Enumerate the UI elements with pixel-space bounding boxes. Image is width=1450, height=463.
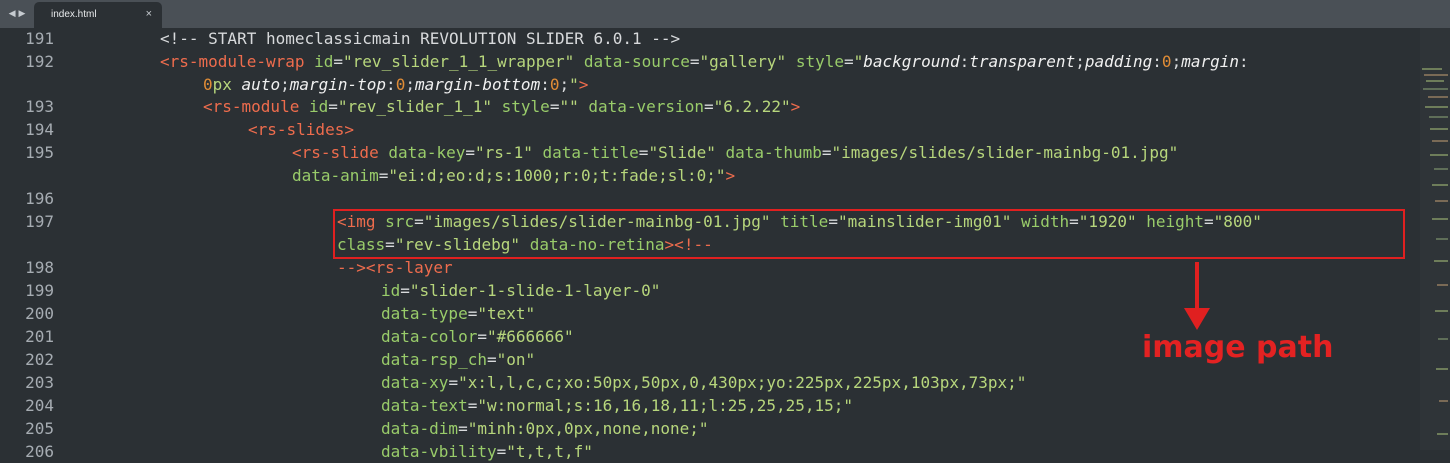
close-icon[interactable]: × <box>146 8 152 20</box>
annotation-arrow-shaft <box>1195 262 1199 312</box>
attribute-value: "t,t,t,f" <box>506 442 593 461</box>
attribute-value: "minh:0px,0px,none,none;" <box>467 419 709 438</box>
tab-title: index.html <box>51 9 97 20</box>
code-line-195-wrap: data-anim="ei:d;eo:d;s:1000;r:0;t:fade;s… <box>292 166 736 185</box>
tag-name: <rs-module-wrap <box>160 52 315 71</box>
code-line-195: <rs-slide data-key="rs-1" data-title="Sl… <box>292 143 1179 162</box>
tag-end: > <box>725 166 736 185</box>
attribute-name: data-type <box>381 304 468 323</box>
attribute-name: data-dim <box>381 419 459 438</box>
comment-close: --> <box>337 258 366 277</box>
css-property: padding <box>1084 52 1153 71</box>
code-line-204: data-text="w:normal;s:16,16,18,11;l:25,2… <box>381 396 854 415</box>
attribute-name: data-title <box>542 143 639 162</box>
css-property: margin <box>1181 52 1239 71</box>
attribute-value: "#666666" <box>486 327 574 346</box>
code-line-193: <rs-module id="rev_slider_1_1" style="" … <box>203 97 801 116</box>
css-property: background <box>863 52 960 71</box>
attribute-value: "w:normal;s:16,16,18,11;l:25,25,25,15;" <box>477 396 854 415</box>
highlight-box <box>333 209 1405 259</box>
tag-name: <rs-slide <box>292 143 389 162</box>
css-value: transparent <box>969 52 1076 71</box>
css-number: 0 <box>203 75 213 94</box>
code-line-203: data-xy="x:l,l,c,c;xo:50px,50px,0,430px;… <box>381 373 1027 392</box>
html-comment: <!-- START homeclassicmain REVOLUTION SL… <box>160 29 681 48</box>
minimap[interactable] <box>1420 28 1450 450</box>
tag-name: <rs-slides> <box>248 120 354 139</box>
attribute-value: "text" <box>477 304 536 323</box>
tag-end: > <box>790 97 801 116</box>
css-number: 0 <box>395 75 406 94</box>
attribute-name: id <box>381 281 401 300</box>
attribute-value: "rs-1" <box>475 143 533 162</box>
code-line-202: data-rsp_ch="on" <box>381 350 536 369</box>
code-line-192: <rs-module-wrap id="rev_slider_1_1_wrapp… <box>160 52 1249 71</box>
attribute-name: style <box>795 52 844 71</box>
attribute-name: data-source <box>583 52 690 71</box>
annotation-label: image path <box>1142 330 1334 365</box>
css-value: auto <box>241 75 281 94</box>
css-property: margin-top <box>289 75 387 94</box>
css-property: margin-bottom <box>414 75 541 94</box>
code-line-200: data-type="text" <box>381 304 536 323</box>
tab-index-html[interactable]: index.html × <box>34 2 162 28</box>
css-number: 0 <box>1161 52 1172 71</box>
code-line-201: data-color="#666666" <box>381 327 574 346</box>
attribute-value: "rev_slider_1_1" <box>337 97 492 116</box>
attribute-name: data-xy <box>381 373 449 392</box>
attribute-name: data-thumb <box>725 143 822 162</box>
css-unit: px <box>212 75 242 94</box>
code-line-191: <!-- START homeclassicmain REVOLUTION SL… <box>160 28 680 50</box>
tab-nav-arrows[interactable]: ◀ ▶ <box>0 0 34 28</box>
attribute-value: "slider-1-slide-1-layer-0" <box>409 281 661 300</box>
attribute-value: "gallery" <box>699 52 787 71</box>
attribute-value: "x:l,l,c,c;xo:50px,50px,0,430px;yo:225px… <box>458 373 1027 392</box>
attribute-name: data-color <box>381 327 478 346</box>
attribute-value: "images/slides/slider-mainbg-01.jpg" <box>831 143 1179 162</box>
tag-end: > <box>578 75 589 94</box>
attribute-name: style <box>501 97 550 116</box>
code-line-198: --><rs-layer <box>337 257 453 279</box>
tag-name: <rs-layer <box>365 258 453 277</box>
attribute-name: data-version <box>588 97 704 116</box>
code-line-205: data-dim="minh:0px,0px,none,none;" <box>381 419 709 438</box>
chevron-right-icon[interactable]: ▶ <box>19 9 26 19</box>
attribute-name: data-key <box>388 143 466 162</box>
attribute-value: "6.2.22" <box>713 97 791 116</box>
attribute-value: "" <box>559 97 579 116</box>
attribute-value: "on" <box>496 350 536 369</box>
chevron-left-icon[interactable]: ◀ <box>9 9 16 19</box>
attribute-name: data-rsp_ch <box>381 350 487 369</box>
tab-bar: ◀ ▶ index.html × <box>0 0 1450 28</box>
attribute-name: id <box>308 97 329 116</box>
attribute-name: data-text <box>381 396 468 415</box>
code-line-194: <rs-slides> <box>248 119 354 141</box>
quote: " <box>853 52 864 71</box>
attribute-name: data-anim <box>292 166 379 185</box>
attribute-value: "ei:d;eo:d;s:1000;r:0;t:fade;sl:0;" <box>388 166 726 185</box>
attribute-value: "Slide" <box>648 143 716 162</box>
attribute-value: "rev_slider_1_1_wrapper" <box>343 52 575 71</box>
code-line-192-wrap: 0px auto;margin-top:0;margin-bottom:0;"> <box>203 75 589 94</box>
arrow-down-icon <box>1184 308 1210 330</box>
code-line-199: id="slider-1-slide-1-layer-0" <box>381 281 661 300</box>
attribute-name: id <box>314 52 334 71</box>
code-line-206: data-vbility="t,t,t,f" <box>381 442 593 461</box>
attribute-name: data-vbility <box>381 442 497 461</box>
tag-name: <rs-module <box>203 97 309 116</box>
